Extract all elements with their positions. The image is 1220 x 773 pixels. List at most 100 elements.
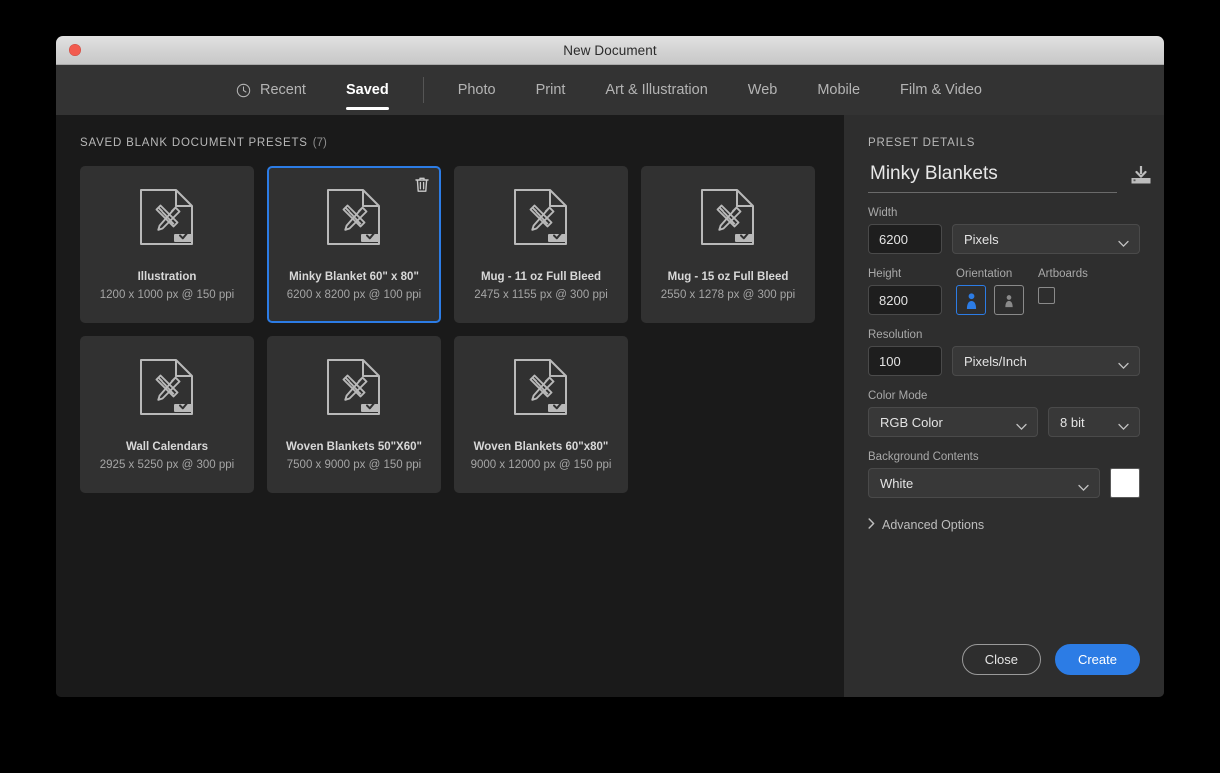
portrait-orientation-icon xyxy=(963,291,980,310)
tab-recent-label: Recent xyxy=(260,82,306,98)
width-unit-select[interactable]: Pixels xyxy=(952,224,1140,254)
document-design-icon xyxy=(136,187,198,255)
close-window-button[interactable] xyxy=(69,44,81,56)
background-color-swatch[interactable] xyxy=(1110,468,1140,498)
preset-card-dimensions: 9000 x 12000 px @ 150 ppi xyxy=(471,459,612,471)
portrait-orientation-button[interactable] xyxy=(956,285,986,315)
preset-card-name: Illustration xyxy=(132,271,203,285)
width-row: Pixels xyxy=(868,224,1140,254)
color-depth-select[interactable]: 8 bit xyxy=(1048,407,1140,437)
preset-thumbnail xyxy=(136,187,198,255)
width-input[interactable] xyxy=(868,224,942,254)
category-tabbar: Recent Saved Photo Print Art & Illustrat… xyxy=(56,65,1164,115)
preset-thumbnail xyxy=(510,187,572,255)
tab-saved[interactable]: Saved xyxy=(326,65,409,115)
document-design-icon xyxy=(697,187,759,255)
preset-card[interactable]: Woven Blankets 50"X60" 7500 x 9000 px @ 1… xyxy=(267,336,441,493)
tab-web[interactable]: Web xyxy=(728,65,798,115)
width-label: Width xyxy=(868,207,1140,219)
preset-thumbnail xyxy=(323,357,385,425)
tab-print[interactable]: Print xyxy=(516,65,586,115)
preset-card-name: Minky Blanket 60" x 80" xyxy=(283,271,425,285)
tab-print-label: Print xyxy=(536,82,566,98)
tab-separator xyxy=(423,77,424,103)
document-design-icon xyxy=(510,357,572,425)
document-design-icon xyxy=(323,187,385,255)
preset-card-name: Woven Blankets 60"x80" xyxy=(468,441,615,455)
presets-panel: SAVED BLANK DOCUMENT PRESETS (7) Illustra… xyxy=(56,115,844,697)
artboards-label: Artboards xyxy=(1038,268,1088,280)
color-depth-value: 8 bit xyxy=(1060,415,1085,430)
preset-name-input[interactable] xyxy=(868,163,1117,193)
color-mode-row: RGB Color 8 bit xyxy=(868,407,1140,437)
tab-mobile[interactable]: Mobile xyxy=(797,65,880,115)
resolution-label: Resolution xyxy=(868,329,1140,341)
save-preset-icon[interactable] xyxy=(1129,165,1153,187)
window-title: New Document xyxy=(563,43,657,58)
new-document-dialog: New Document Recent Saved Photo Print Ar… xyxy=(56,36,1164,697)
preset-card[interactable]: Wall Calendars 2925 x 5250 px @ 300 ppi xyxy=(80,336,254,493)
document-design-icon xyxy=(323,357,385,425)
landscape-orientation-button[interactable] xyxy=(994,285,1024,315)
preset-thumbnail xyxy=(136,357,198,425)
tab-recent[interactable]: Recent xyxy=(216,65,326,115)
background-contents-select[interactable]: White xyxy=(868,468,1100,498)
advanced-options-toggle[interactable]: Advanced Options xyxy=(868,518,1140,532)
height-field-group: Height xyxy=(868,268,942,315)
preset-card-dimensions: 2925 x 5250 px @ 300 ppi xyxy=(100,459,234,471)
delete-preset-button[interactable] xyxy=(414,176,430,193)
preset-details-header: PRESET DETAILS xyxy=(868,137,1140,149)
height-orientation-artboards-row: Height Orientation xyxy=(868,268,1140,315)
tab-photo[interactable]: Photo xyxy=(438,65,516,115)
preset-thumbnail xyxy=(697,187,759,255)
tab-web-label: Web xyxy=(748,82,778,98)
color-mode-group: Color Mode RGB Color 8 bit xyxy=(868,390,1140,437)
preset-thumbnail xyxy=(510,357,572,425)
chevron-down-icon xyxy=(1118,358,1129,365)
color-mode-select[interactable]: RGB Color xyxy=(868,407,1038,437)
preset-card[interactable]: Woven Blankets 60"x80" 9000 x 12000 px @ … xyxy=(454,336,628,493)
create-button[interactable]: Create xyxy=(1055,644,1140,675)
resolution-unit-value: Pixels/Inch xyxy=(964,354,1027,369)
orientation-label: Orientation xyxy=(956,268,1024,280)
preset-card[interactable]: Minky Blanket 60" x 80" 6200 x 8200 px @ … xyxy=(267,166,441,323)
close-button[interactable]: Close xyxy=(962,644,1041,675)
width-field-group: Width Pixels xyxy=(868,207,1140,254)
width-unit-value: Pixels xyxy=(964,232,999,247)
color-mode-value: RGB Color xyxy=(880,415,943,430)
preset-card[interactable]: Mug - 15 oz Full Bleed2550 x 1278 px @ 3… xyxy=(641,166,815,323)
tab-saved-label: Saved xyxy=(346,82,389,98)
height-label: Height xyxy=(868,268,942,280)
chevron-right-icon xyxy=(868,518,875,532)
height-input[interactable] xyxy=(868,285,942,315)
preset-card-dimensions: 7500 x 9000 px @ 150 ppi xyxy=(287,459,421,471)
chevron-down-icon xyxy=(1016,419,1027,426)
resolution-unit-select[interactable]: Pixels/Inch xyxy=(952,346,1140,376)
preset-details-panel: PRESET DETAILS Width xyxy=(844,115,1164,697)
preset-card[interactable]: Mug - 11 oz Full Bleed2475 x 1155 px @ 3… xyxy=(454,166,628,323)
color-mode-label: Color Mode xyxy=(868,390,1140,402)
preset-card-name: Wall Calendars xyxy=(120,441,214,455)
artboards-checkbox[interactable] xyxy=(1038,287,1055,304)
presets-header-label: SAVED BLANK DOCUMENT PRESETS xyxy=(80,137,308,149)
tab-art-illustration-label: Art & Illustration xyxy=(605,82,707,98)
tab-art-illustration[interactable]: Art & Illustration xyxy=(585,65,727,115)
preset-name-row xyxy=(868,163,1140,193)
resolution-field-group: Resolution Pixels/Inch xyxy=(868,329,1140,376)
presets-count: (7) xyxy=(313,137,327,149)
preset-card-name: Woven Blankets 50"X60" xyxy=(280,441,428,455)
chevron-down-icon xyxy=(1118,236,1129,243)
resolution-input[interactable] xyxy=(868,346,942,376)
document-design-icon xyxy=(136,357,198,425)
preset-thumbnail xyxy=(323,187,385,255)
preset-card-dimensions: 1200 x 1000 px @ 150 ppi xyxy=(100,289,234,301)
window-titlebar: New Document xyxy=(56,36,1164,65)
preset-card-name: Mug - 15 oz Full Bleed xyxy=(662,271,795,285)
advanced-options-label: Advanced Options xyxy=(882,518,984,532)
orientation-buttons xyxy=(956,285,1024,315)
preset-card-dimensions: 6200 x 8200 px @ 100 ppi xyxy=(287,289,421,301)
preset-card[interactable]: Illustration 1200 x 1000 px @ 150 ppi xyxy=(80,166,254,323)
tab-film-video[interactable]: Film & Video xyxy=(880,65,1002,115)
preset-card-dimensions: 2475 x 1155 px @ 300 ppi xyxy=(474,289,608,301)
orientation-group: Orientation xyxy=(956,268,1024,315)
